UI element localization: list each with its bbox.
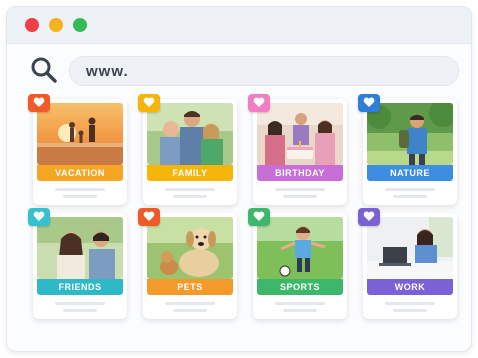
card-label: WORK: [367, 279, 453, 295]
heart-icon: [143, 211, 155, 221]
heart-icon: [143, 97, 155, 107]
favorite-badge[interactable]: [138, 94, 160, 112]
sports-photo: [257, 217, 343, 279]
album-card-friends[interactable]: FRIENDS: [28, 208, 127, 319]
minimize-button[interactable]: [49, 18, 63, 32]
placeholder-line: [283, 309, 317, 312]
heart-icon: [253, 97, 265, 107]
favorite-badge[interactable]: [248, 94, 270, 112]
placeholder-line: [55, 302, 105, 305]
maximize-button[interactable]: [73, 18, 87, 32]
card-label: NATURE: [367, 165, 453, 181]
work-photo: [367, 217, 453, 279]
address-bar[interactable]: www.: [69, 56, 459, 86]
heart-icon: [253, 211, 265, 221]
friends-photo: [37, 217, 123, 279]
album-card-family[interactable]: FAMILY: [138, 94, 237, 205]
album-card-birthday[interactable]: BIRTHDAY: [248, 94, 347, 205]
placeholder-line: [55, 188, 105, 191]
url-text: www.: [86, 63, 129, 80]
placeholder-line: [173, 309, 207, 312]
album-card-pets[interactable]: PETS: [138, 208, 237, 319]
browser-window: www. VACATION FAMILY BIRTHDAY NATURE FRI…: [6, 6, 472, 352]
search-icon[interactable]: [29, 55, 59, 85]
album-card-vacation[interactable]: VACATION: [28, 94, 127, 205]
placeholder-line: [283, 195, 317, 198]
placeholder-line: [165, 302, 215, 305]
album-card-sports[interactable]: SPORTS: [248, 208, 347, 319]
placeholder-line: [173, 195, 207, 198]
pets-photo: [147, 217, 233, 279]
placeholder-line: [63, 309, 97, 312]
placeholder-line: [393, 309, 427, 312]
placeholder-line: [385, 302, 435, 305]
heart-icon: [363, 211, 375, 221]
placeholder-line: [63, 195, 97, 198]
card-label: PETS: [147, 279, 233, 295]
birthday-photo: [257, 103, 343, 165]
placeholder-line: [393, 195, 427, 198]
placeholder-line: [275, 302, 325, 305]
heart-icon: [363, 97, 375, 107]
heart-icon: [33, 97, 45, 107]
heart-icon: [33, 211, 45, 221]
favorite-badge[interactable]: [358, 94, 380, 112]
favorite-badge[interactable]: [248, 208, 270, 226]
close-button[interactable]: [25, 18, 39, 32]
placeholder-line: [385, 188, 435, 191]
vacation-photo: [37, 103, 123, 165]
card-label: VACATION: [37, 165, 123, 181]
favorite-badge[interactable]: [28, 94, 50, 112]
nature-photo: [367, 103, 453, 165]
card-label: BIRTHDAY: [257, 165, 343, 181]
card-label: SPORTS: [257, 279, 343, 295]
card-label: FAMILY: [147, 165, 233, 181]
placeholder-line: [165, 188, 215, 191]
favorite-badge[interactable]: [138, 208, 160, 226]
favorite-badge[interactable]: [28, 208, 50, 226]
placeholder-line: [275, 188, 325, 191]
album-card-nature[interactable]: NATURE: [358, 94, 457, 205]
family-photo: [147, 103, 233, 165]
card-label: FRIENDS: [37, 279, 123, 295]
album-card-work[interactable]: WORK: [358, 208, 457, 319]
favorite-badge[interactable]: [358, 208, 380, 226]
title-bar: [7, 7, 471, 44]
